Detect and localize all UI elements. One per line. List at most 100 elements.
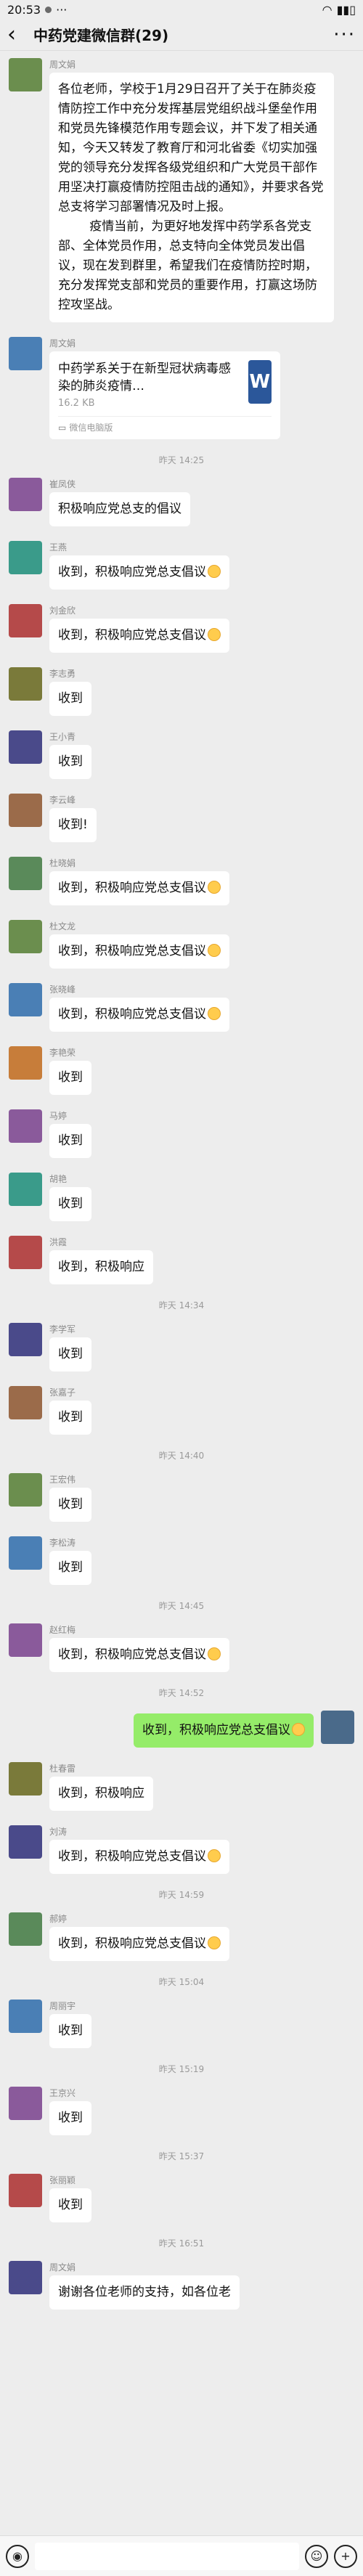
message-body: 李松涛 收到 (49, 1536, 91, 1585)
sender-name: 胡艳 (49, 1174, 68, 1184)
more-icon[interactable]: ··· (333, 24, 356, 46)
avatar[interactable] (9, 58, 42, 91)
message-bubble[interactable]: 收到 (49, 1337, 91, 1371)
avatar[interactable] (9, 1109, 42, 1143)
message: 周文娟 中药学系关于在新型冠状病毒感染的肺炎疫情… 16.2 KB W ▭ 微信电脑版 (9, 337, 354, 439)
avatar[interactable] (9, 857, 42, 890)
message: 郝婷收到，积极响应党总支倡议 (9, 1912, 354, 1961)
message-bubble[interactable]: 收到 (49, 1061, 91, 1095)
sender-name: 郝婷 (49, 1914, 68, 1924)
message-bubble[interactable]: 收到 (49, 2101, 91, 2135)
avatar[interactable] (9, 337, 42, 370)
avatar[interactable] (9, 1236, 42, 1269)
message-bubble[interactable]: 收到，积极响应党总支倡议 (49, 934, 229, 969)
message-bubble[interactable]: 谢谢各位老师的支持，如各位老 (49, 2275, 240, 2310)
message: 李志勇 收到 (9, 667, 354, 716)
avatar[interactable] (9, 541, 42, 574)
avatar[interactable] (9, 1173, 42, 1206)
message-body: 李志勇 收到 (49, 667, 91, 716)
avatar[interactable] (9, 920, 42, 953)
message: 杜晓娟 收到，积极响应党总支倡议 (9, 857, 354, 905)
emoji-icon (208, 1007, 221, 1020)
message-bubble[interactable]: 收到，积极响应党总支倡议 (49, 871, 229, 905)
message-bubble[interactable]: 收到，积极响应 (49, 1777, 153, 1811)
emoji-icon[interactable]: ☺ (305, 2544, 328, 2568)
avatar[interactable] (9, 667, 42, 701)
message: 崔凤侠 积极响应党总支的倡议 (9, 478, 354, 526)
avatar[interactable] (9, 1536, 42, 1570)
message-text: 收到 (58, 1560, 83, 1575)
message: 杜文龙 收到，积极响应党总支倡议 (9, 920, 354, 969)
message: 李学军 收到 (9, 1323, 354, 1371)
back-icon[interactable]: ‹ (7, 23, 29, 46)
sender-name: 王京兴 (49, 2088, 76, 2098)
avatar[interactable] (9, 1762, 42, 1796)
message-text: 收到，积极响应党总支倡议 (58, 881, 206, 895)
message-bubble[interactable]: 收到，积极响应党总支倡议 (49, 1927, 229, 1961)
message-bubble[interactable]: 收到 (49, 1551, 91, 1585)
avatar[interactable] (9, 1623, 42, 1657)
word-file-icon: W (248, 360, 272, 404)
message-bubble[interactable]: 收到 (49, 2014, 91, 2048)
wifi-icon: ◠ (322, 2, 333, 17)
message-bubble[interactable]: 收到，积极响应党总支倡议 (134, 1713, 314, 1748)
message-text: 收到 (58, 1497, 83, 1512)
avatar[interactable] (9, 604, 42, 637)
message-text: 收到 (58, 1133, 83, 1148)
message-bubble[interactable]: 收到，积极响应 (49, 1250, 153, 1284)
message-bubble[interactable]: 收到 (49, 1488, 91, 1522)
time-stamp: 昨天 15:37 (158, 2151, 205, 2161)
chat-list[interactable]: 周文娟 各位老师，学校于1月29日召开了关于在肺炎疫情防控工作中充分发挥基层党组织… (0, 51, 363, 2310)
message-bubble[interactable]: 积极响应党总支的倡议 (49, 492, 190, 526)
avatar[interactable] (9, 983, 42, 1016)
message-text: 收到，积极响应党总支倡议 (58, 628, 206, 643)
time-stamp: 昨天 14:34 (158, 1300, 205, 1311)
sender-name: 杜春雷 (49, 1764, 76, 1774)
message-bubble[interactable]: 收到 (49, 1401, 91, 1435)
avatar[interactable] (9, 1046, 42, 1080)
message-bubble[interactable]: 收到 (49, 745, 91, 779)
message-text: 收到 (58, 1070, 83, 1085)
message-bubble[interactable]: 收到 (49, 682, 91, 716)
message-bubble[interactable]: 收到 (49, 1124, 91, 1158)
sender-name: 刘涛 (49, 1827, 68, 1837)
message-body: 张晓峰 收到，积极响应党总支倡议 (49, 983, 229, 1032)
message-bubble[interactable]: 各位老师，学校于1月29日召开了关于在肺炎疫情防控工作中充分发挥基层党组织战斗堡… (49, 73, 334, 322)
message-bubble[interactable]: 收到 (49, 1187, 91, 1221)
message-text: 收到，积极响应党总支倡议 (58, 565, 206, 579)
message-text: 收到，积极响应党总支倡议 (58, 1936, 206, 1951)
message-input[interactable] (35, 2542, 299, 2570)
avatar[interactable] (9, 1825, 42, 1859)
nav-bar: ‹ 中药党建微信群(29) ··· (0, 19, 363, 51)
avatar[interactable] (9, 1912, 42, 1946)
status-bar: 20:53 ··· ◠ ▮▮▯ (0, 0, 363, 19)
avatar[interactable] (9, 1386, 42, 1419)
message: 王宏伟 收到 (9, 1473, 354, 1522)
plus-icon[interactable]: + (334, 2544, 357, 2568)
avatar[interactable] (9, 2174, 42, 2207)
voice-icon[interactable]: ◉ (6, 2544, 29, 2568)
avatar[interactable] (321, 1711, 354, 1744)
avatar[interactable] (9, 2261, 42, 2294)
avatar[interactable] (9, 1323, 42, 1356)
message-bubble[interactable]: 收到，积极响应党总支倡议 (49, 998, 229, 1032)
message-bubble[interactable]: 收到，积极响应党总支倡议 (49, 619, 229, 653)
message-bubble[interactable]: 收到，积极响应党总支倡议 (49, 1840, 229, 1874)
avatar[interactable] (9, 2087, 42, 2120)
avatar[interactable] (9, 478, 42, 511)
avatar[interactable] (9, 1473, 42, 1507)
message-body: 杜晓娟 收到，积极响应党总支倡议 (49, 857, 229, 905)
message-bubble[interactable]: 收到! (49, 808, 97, 842)
avatar[interactable] (9, 794, 42, 827)
avatar[interactable] (9, 730, 42, 764)
message-text: 收到，积极响应党总支倡议 (142, 1723, 290, 1737)
message-body: 王小青 收到 (49, 730, 91, 779)
message-bubble[interactable]: 收到，积极响应党总支倡议 (49, 555, 229, 590)
file-title: 中药学系关于在新型冠状病毒感染的肺炎疫情… (58, 362, 231, 394)
message-text: 收到 (58, 2111, 83, 2125)
avatar[interactable] (9, 2000, 42, 2033)
message-bubble[interactable]: 收到 (49, 2188, 91, 2222)
file-card[interactable]: 中药学系关于在新型冠状病毒感染的肺炎疫情… 16.2 KB W ▭ 微信电脑版 (49, 351, 280, 439)
time-stamp: 昨天 15:19 (158, 2064, 205, 2074)
message-bubble[interactable]: 收到，积极响应党总支倡议 (49, 1638, 229, 1672)
